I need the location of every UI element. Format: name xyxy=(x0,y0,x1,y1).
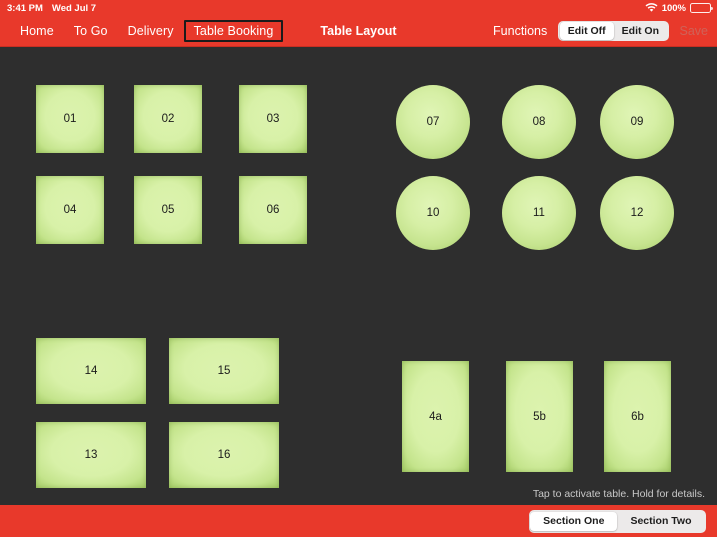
nav-item-table-booking[interactable]: Table Booking xyxy=(183,20,284,42)
table-09[interactable]: 09 xyxy=(600,85,674,159)
table-label: 02 xyxy=(161,113,175,125)
table-14[interactable]: 14 xyxy=(36,338,146,404)
table-label: 04 xyxy=(63,204,77,216)
nav-item-to-go[interactable]: To Go xyxy=(64,21,118,41)
table-03[interactable]: 03 xyxy=(239,85,307,153)
table-label: 10 xyxy=(426,207,440,219)
section-one-option[interactable]: Section One xyxy=(530,511,618,531)
save-button[interactable]: Save xyxy=(680,24,709,38)
table-label: 14 xyxy=(84,365,98,377)
table-06[interactable]: 06 xyxy=(239,176,307,244)
edit-off-option[interactable]: Edit Off xyxy=(559,22,614,40)
table-label: 09 xyxy=(630,116,644,128)
top-navigation-bar: Table Layout Home To Go Delivery Table B… xyxy=(0,16,717,47)
table-label: 06 xyxy=(266,204,280,216)
status-time: 3:41 PM xyxy=(7,2,43,14)
table-6b[interactable]: 6b xyxy=(604,361,671,472)
table-label: 15 xyxy=(217,365,231,377)
table-label: 16 xyxy=(217,449,231,461)
table-label: 6b xyxy=(631,410,644,423)
status-bar-left: 3:41 PM Wed Jul 7 xyxy=(0,3,96,14)
table-16[interactable]: 16 xyxy=(169,422,279,488)
table-label: 13 xyxy=(84,449,98,461)
table-label: 05 xyxy=(161,204,175,216)
table-01[interactable]: 01 xyxy=(36,85,104,153)
table-07[interactable]: 07 xyxy=(396,85,470,159)
table-label: 5b xyxy=(533,410,546,423)
bottom-bar: Section One Section Two xyxy=(0,505,717,537)
table-4a[interactable]: 4a xyxy=(402,361,469,472)
battery-icon xyxy=(690,3,713,13)
table-label: 11 xyxy=(533,207,545,219)
table-label: 07 xyxy=(426,116,440,128)
edit-mode-toggle[interactable]: Edit Off Edit On xyxy=(558,20,669,42)
table-12[interactable]: 12 xyxy=(600,176,674,250)
table-02[interactable]: 02 xyxy=(134,85,202,153)
table-label: 4a xyxy=(429,410,442,423)
table-08[interactable]: 08 xyxy=(502,85,576,159)
status-bar-right: 100% xyxy=(645,0,713,16)
table-label: 01 xyxy=(63,113,77,125)
table-label: 12 xyxy=(630,207,644,219)
table-05[interactable]: 05 xyxy=(134,176,202,244)
nav-right-controls: Functions Edit Off Edit On Save xyxy=(493,16,708,46)
nav-item-home[interactable]: Home xyxy=(10,21,64,41)
canvas-hint-text: Tap to activate table. Hold for details. xyxy=(532,488,705,500)
nav-items: Home To Go Delivery Table Booking xyxy=(10,16,284,46)
functions-button[interactable]: Functions xyxy=(493,24,547,38)
table-5b[interactable]: 5b xyxy=(506,361,573,472)
table-04[interactable]: 04 xyxy=(36,176,104,244)
section-toggle[interactable]: Section One Section Two xyxy=(528,510,706,533)
battery-percent: 100% xyxy=(661,2,686,14)
table-layout-canvas: 01 02 03 04 05 06 07 08 09 10 11 12 14 15 13 16 4a 5b 6b T… xyxy=(0,47,717,505)
table-layout-screen: 3:41 PM Wed Jul 7 100% Table Layout Home… xyxy=(0,0,717,537)
status-bar: 3:41 PM Wed Jul 7 100% xyxy=(0,0,717,16)
status-date: Wed Jul 7 xyxy=(51,2,97,14)
nav-item-delivery[interactable]: Delivery xyxy=(118,21,184,41)
table-15[interactable]: 15 xyxy=(169,338,279,404)
table-13[interactable]: 13 xyxy=(36,422,146,488)
table-11[interactable]: 11 xyxy=(502,176,576,250)
section-two-option[interactable]: Section Two xyxy=(617,512,704,532)
table-10[interactable]: 10 xyxy=(396,176,470,250)
wifi-icon xyxy=(645,2,658,15)
table-label: 08 xyxy=(532,116,546,128)
edit-on-option[interactable]: Edit On xyxy=(614,22,667,40)
table-label: 03 xyxy=(266,113,280,125)
